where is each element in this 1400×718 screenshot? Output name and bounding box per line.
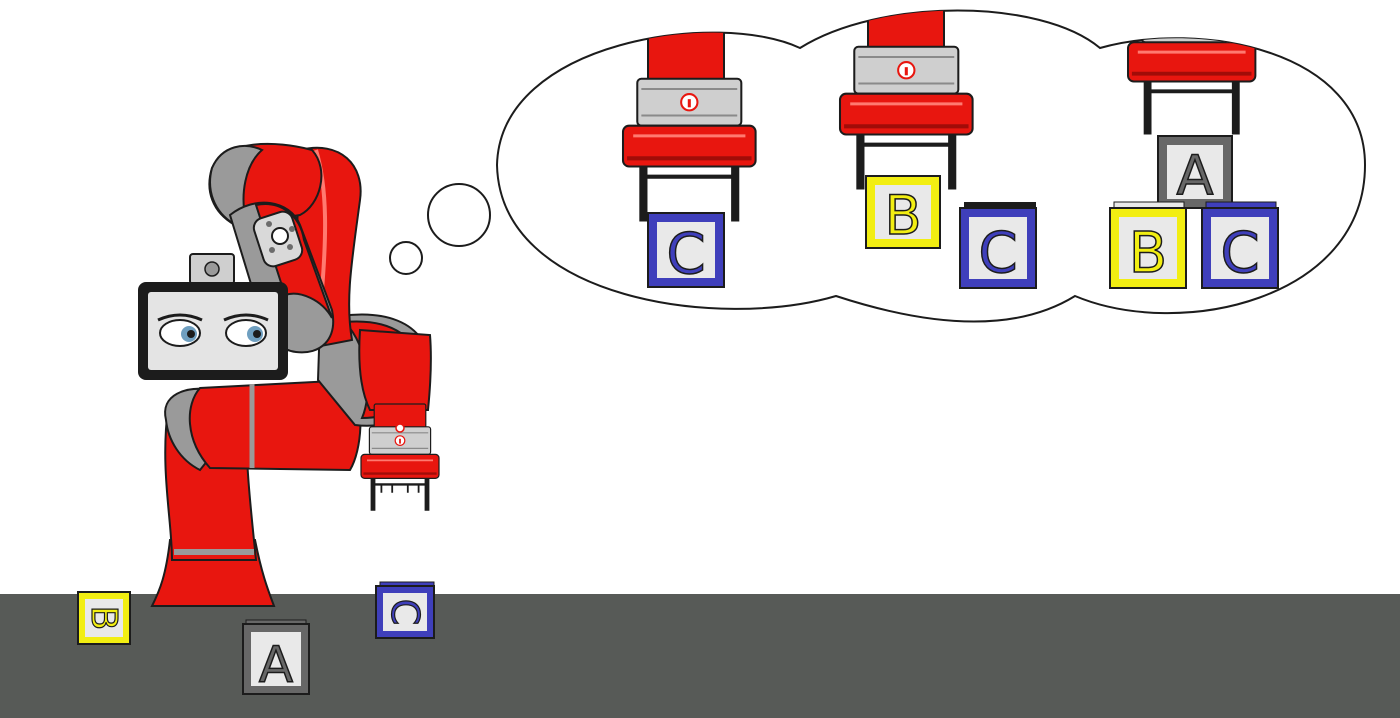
floor-block-c: C: [375, 581, 435, 639]
block-c-table: C: [959, 202, 1037, 289]
floor-block-a: A: [242, 619, 310, 695]
robot-forearm: [358, 328, 432, 411]
robot-face-display: [138, 282, 288, 380]
info-icon: [395, 423, 405, 433]
floor-block-b: B: [77, 591, 131, 645]
block-a-held: A: [1157, 135, 1233, 209]
floor: [0, 594, 1400, 718]
thought-dot-small: [389, 241, 423, 275]
block-c-bottom: C: [1201, 201, 1279, 289]
block-letter: A: [1177, 144, 1214, 207]
block-letter: B: [83, 606, 124, 631]
blocks-world-diagram: C B C A B C B C A: [0, 9, 1400, 718]
robot-arm: [138, 142, 439, 607]
block-letter: C: [383, 599, 427, 626]
block-letter: C: [1220, 221, 1259, 286]
thought-dot-large: [427, 183, 491, 247]
block-letter: A: [259, 636, 293, 694]
block-letter: C: [978, 221, 1017, 286]
block-letter: B: [884, 184, 921, 247]
block-b-bottom: B: [1109, 201, 1187, 289]
block-c-held: C: [647, 212, 725, 288]
block-letter: C: [666, 222, 705, 287]
block-letter: B: [1129, 221, 1167, 286]
block-b-held: B: [865, 175, 941, 249]
